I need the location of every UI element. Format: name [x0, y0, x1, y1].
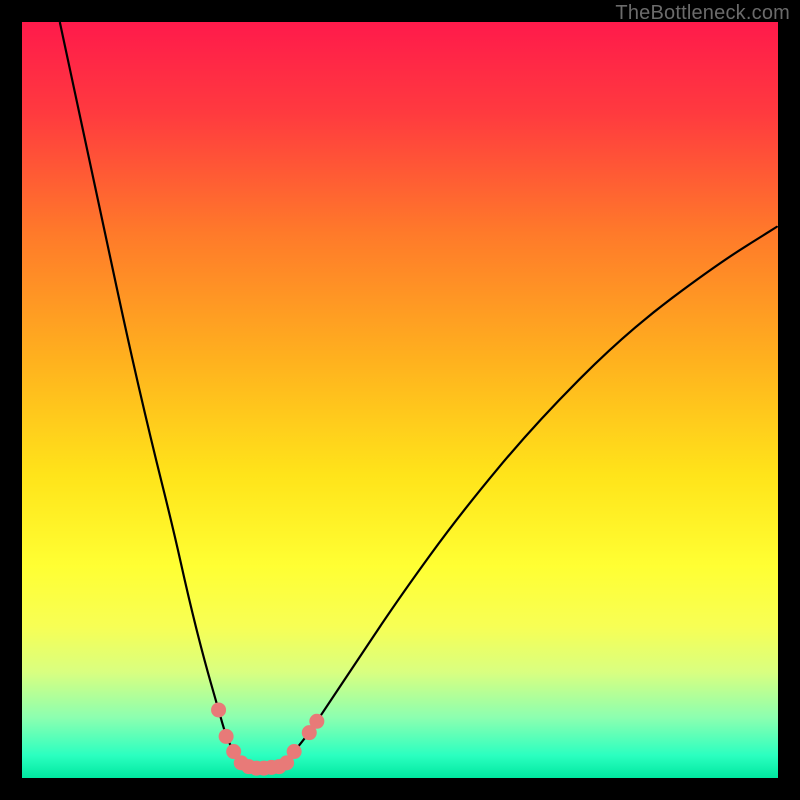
highlight-dot	[219, 729, 234, 744]
highlight-dot	[309, 714, 324, 729]
highlight-dot	[211, 702, 226, 717]
chart-frame	[22, 22, 778, 778]
gradient-background	[22, 22, 778, 778]
chart-svg	[22, 22, 778, 778]
watermark-text: TheBottleneck.com	[615, 2, 790, 25]
highlight-dot	[287, 744, 302, 759]
